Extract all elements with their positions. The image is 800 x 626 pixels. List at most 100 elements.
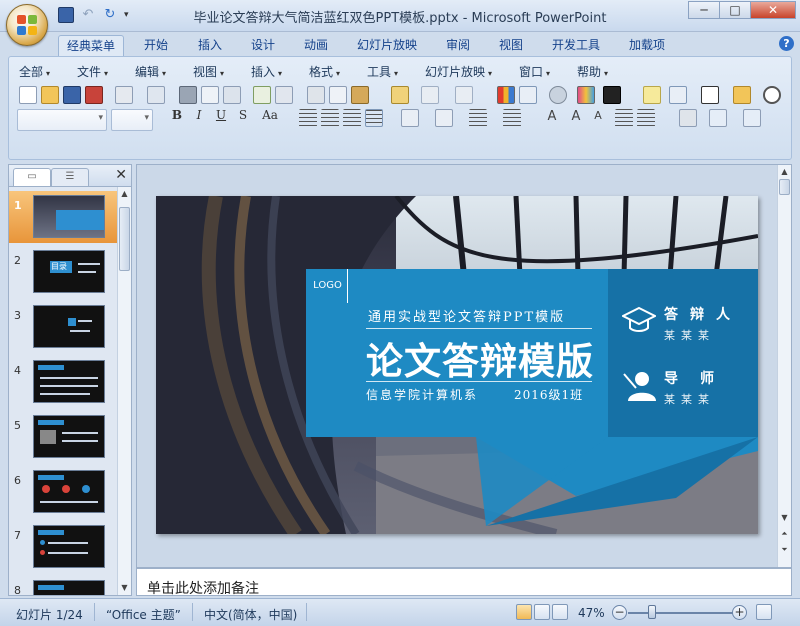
italic-button[interactable]: I [189,108,209,122]
change-case-button[interactable]: Aa [257,108,283,122]
table-icon[interactable] [519,86,537,104]
copy-icon[interactable] [329,86,347,104]
redo-icon[interactable] [455,86,473,104]
zoom-slider-track[interactable] [628,612,734,614]
find-icon[interactable] [763,86,781,104]
print-preview-icon[interactable] [201,86,219,104]
menu-view[interactable]: 视图 ▾ [193,63,224,80]
tab-review[interactable]: 审阅 [438,35,478,56]
slide-thumbnail-8[interactable]: 8 [9,576,117,595]
align-right-icon[interactable] [343,109,361,127]
align-center-icon[interactable] [321,109,339,127]
tab-view[interactable]: 视图 [491,35,531,56]
textbox-icon[interactable] [701,86,719,104]
research-icon[interactable] [275,86,293,104]
zoom-level[interactable]: 47% [578,606,605,620]
tab-animation[interactable]: 动画 [296,35,336,56]
slide-thumbnail-2[interactable]: 2 目录 [9,246,117,298]
undo-icon[interactable] [421,86,439,104]
menu-format[interactable]: 格式 ▾ [309,63,340,80]
print-icon[interactable] [179,86,197,104]
new-slide-icon[interactable] [643,86,661,104]
picture-icon[interactable] [549,86,567,104]
maximize-button[interactable]: □ [719,1,751,19]
previous-slide-icon[interactable]: ⏶ [778,527,791,541]
tab-developer[interactable]: 开发工具 [544,35,608,56]
bold-button[interactable]: B [167,108,187,122]
tab-slideshow[interactable]: 幻灯片放映 [349,35,425,56]
theme-name[interactable]: “Office 主题” [106,606,181,623]
tab-outline[interactable]: ☰ [51,168,89,186]
grow-font-icon[interactable]: A [567,109,585,127]
scroll-down-arrow-icon[interactable]: ▼ [778,511,791,525]
page-setup-icon[interactable] [223,86,241,104]
columns-icon[interactable] [401,109,419,127]
tab-insert[interactable]: 插入 [190,35,230,56]
slide-sorter-icon[interactable] [534,604,550,620]
fill-color-icon[interactable] [603,86,621,104]
slide-thumbnail-5[interactable]: 5 [9,411,117,463]
layout-icon[interactable] [669,86,687,104]
minimize-button[interactable]: ─ [688,1,720,19]
quick-styles-icon[interactable] [743,109,761,127]
shrink-font-icon[interactable]: A [589,109,607,127]
align-left-icon[interactable] [299,109,317,127]
next-slide-icon[interactable]: ⏷ [778,543,791,557]
pdf-icon[interactable] [85,86,103,104]
normal-view-icon[interactable] [516,604,532,620]
slide-scrollbar[interactable]: ▲ ▼ ⏶ ⏷ [777,165,791,567]
menu-slideshow[interactable]: 幻灯片放映 ▾ [425,63,492,80]
slideshow-view-icon[interactable] [552,604,568,620]
arrange-icon[interactable] [709,109,727,127]
cut-icon[interactable] [307,86,325,104]
slide-thumbnail-3[interactable]: 3 [9,301,117,353]
language-indicator[interactable]: 中文(简体，中国) [204,606,297,623]
scroll-thumb[interactable] [779,179,790,195]
menu-help[interactable]: 帮助 ▾ [577,63,608,80]
slide-thumbnail-7[interactable]: 7 [9,521,117,573]
decrease-indent-icon[interactable] [615,109,633,127]
slide-thumbnail-4[interactable]: 4 [9,356,117,408]
help-icon[interactable]: ? [779,36,794,51]
font-size-combo[interactable] [111,109,153,131]
menu-all[interactable]: 全部 ▾ [19,63,50,80]
email-icon[interactable] [147,86,165,104]
folder-icon[interactable] [733,86,751,104]
numbering-icon[interactable] [469,109,487,127]
zoom-out-button[interactable]: − [612,605,627,620]
slide-thumbnail-6[interactable]: 6 [9,466,117,518]
close-pane-icon[interactable]: ✕ [115,167,127,183]
thumbnails-scrollbar[interactable]: ▲ ▼ [117,187,131,595]
spelling-icon[interactable] [253,86,271,104]
zoom-in-button[interactable]: + [732,605,747,620]
menu-window[interactable]: 窗口 ▾ [519,63,550,80]
text-direction-icon[interactable] [435,109,453,127]
scroll-thumb[interactable] [119,207,130,271]
scroll-down-arrow-icon[interactable]: ▼ [118,581,131,595]
tab-design[interactable]: 设计 [243,35,283,56]
increase-indent-icon[interactable] [637,109,655,127]
format-painter-icon[interactable] [391,86,409,104]
scroll-up-arrow-icon[interactable]: ▲ [118,187,131,201]
open-icon[interactable] [41,86,59,104]
shapes-icon[interactable] [679,109,697,127]
underline-button[interactable]: U [211,108,231,122]
menu-tools[interactable]: 工具 ▾ [367,63,398,80]
font-name-combo[interactable] [17,109,107,131]
permission-icon[interactable] [115,86,133,104]
smartart-icon[interactable] [577,86,595,104]
paste-icon[interactable] [351,86,369,104]
menu-insert[interactable]: 插入 ▾ [251,63,282,80]
increase-font-icon[interactable]: A [543,109,561,127]
slide-canvas[interactable]: LOGO 通用实战型论文答辩PPT模版 论文答辩模版 信息学院计算机系 2016… [156,196,758,534]
scroll-up-arrow-icon[interactable]: ▲ [778,165,791,179]
tab-home[interactable]: 开始 [136,35,176,56]
shadow-button[interactable]: S [233,108,253,122]
menu-file[interactable]: 文件 ▾ [77,63,108,80]
chart-icon[interactable] [497,86,515,104]
close-button[interactable]: ✕ [750,1,796,19]
tab-classic-menu[interactable]: 经典菜单 [58,35,125,56]
office-button[interactable] [6,4,48,46]
tab-addins[interactable]: 加载项 [621,35,673,56]
tab-slides[interactable]: ▭ [13,168,51,186]
